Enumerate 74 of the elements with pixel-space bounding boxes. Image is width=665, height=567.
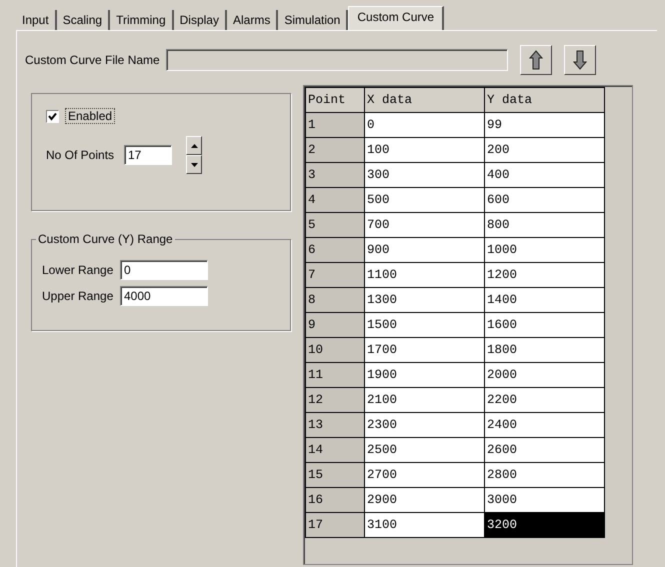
table-cell[interactable]: 2800 <box>484 462 604 488</box>
table-cell[interactable]: 1600 <box>484 312 604 338</box>
table-cell[interactable]: 200 <box>484 138 604 162</box>
column-header: X data <box>364 88 484 112</box>
file-name-label: Custom Curve File Name <box>25 53 160 67</box>
lower-range-field[interactable]: 0 <box>120 260 208 280</box>
group-title: Custom Curve (Y) Range <box>36 232 175 246</box>
row-header[interactable]: 12 <box>306 388 364 412</box>
row-header[interactable]: 16 <box>306 488 364 512</box>
row-header[interactable]: 10 <box>306 338 364 362</box>
up-triangle-icon <box>190 144 198 148</box>
table-cell[interactable]: 100 <box>364 138 484 162</box>
checkbox[interactable] <box>46 110 59 122</box>
table-cell[interactable]: 0 <box>364 112 484 138</box>
spin-up-button[interactable] <box>186 136 202 155</box>
table-cell[interactable]: 3100 <box>364 512 484 538</box>
table-cell[interactable]: 1900 <box>364 362 484 388</box>
table-cell[interactable]: 600 <box>484 188 604 212</box>
table-cell[interactable]: 1200 <box>484 262 604 288</box>
up-arrow-icon <box>528 50 543 70</box>
down-triangle-icon <box>190 162 198 166</box>
table-cell[interactable]: 2500 <box>364 438 484 462</box>
table-cell[interactable]: 1400 <box>484 288 604 312</box>
table-cell[interactable]: 1100 <box>364 262 484 288</box>
check-icon <box>48 112 57 120</box>
up-button[interactable] <box>520 45 552 75</box>
row-header[interactable]: 4 <box>306 188 364 212</box>
row-header[interactable]: 7 <box>306 262 364 288</box>
lower-range-label: Lower Range <box>42 263 114 277</box>
table-cell[interactable]: 2900 <box>364 488 484 512</box>
table-cell[interactable]: 3000 <box>484 488 604 512</box>
table-cell[interactable]: 800 <box>484 212 604 238</box>
table-cell[interactable]: 300 <box>364 162 484 188</box>
row-header[interactable]: 13 <box>306 412 364 438</box>
table-cell[interactable]: 1800 <box>484 338 604 362</box>
row-header[interactable]: 11 <box>306 362 364 388</box>
tab[interactable]: Custom Curve <box>348 6 444 30</box>
table-cell[interactable]: 99 <box>484 112 604 138</box>
table-cell[interactable]: 2200 <box>484 388 604 412</box>
upper-range-label: Upper Range <box>42 289 114 303</box>
table-cell[interactable]: 2400 <box>484 412 604 438</box>
table-cell[interactable]: 1300 <box>364 288 484 312</box>
points-label: No Of Points <box>46 148 116 162</box>
row-header[interactable]: 2 <box>306 138 364 162</box>
row-header[interactable]: 15 <box>306 462 364 488</box>
table-cell[interactable]: 1000 <box>484 238 604 262</box>
file-name-field[interactable] <box>166 49 508 71</box>
column-header: Point <box>306 88 364 112</box>
row-header[interactable]: 5 <box>306 212 364 238</box>
spin-down-button[interactable] <box>186 155 202 174</box>
row-header[interactable]: 8 <box>306 288 364 312</box>
table-cell[interactable]: 400 <box>484 162 604 188</box>
table-cell[interactable]: 700 <box>364 212 484 238</box>
down-button[interactable] <box>564 45 596 75</box>
table-cell[interactable]: 2300 <box>364 412 484 438</box>
row-header[interactable]: 14 <box>306 438 364 462</box>
table-cell[interactable]: 1500 <box>364 312 484 338</box>
row-header[interactable]: 9 <box>306 312 364 338</box>
table-cell[interactable]: 1700 <box>364 338 484 362</box>
table-cell[interactable]: 900 <box>364 238 484 262</box>
points-field[interactable]: 17 <box>124 145 172 165</box>
table-cell[interactable]: 2700 <box>364 462 484 488</box>
table-cell[interactable]: 2600 <box>484 438 604 462</box>
table-cell[interactable]: 3200 <box>484 512 604 538</box>
row-header[interactable]: 3 <box>306 162 364 188</box>
row-header[interactable]: 6 <box>306 238 364 262</box>
down-arrow-icon <box>572 50 587 70</box>
row-header[interactable]: 17 <box>306 512 364 538</box>
table-cell[interactable]: 2100 <box>364 388 484 412</box>
table-cell[interactable]: 2000 <box>484 362 604 388</box>
column-header: Y data <box>484 88 604 112</box>
table-cell[interactable]: 500 <box>364 188 484 212</box>
upper-range-field[interactable]: 4000 <box>120 286 208 306</box>
row-header[interactable]: 1 <box>306 112 364 138</box>
